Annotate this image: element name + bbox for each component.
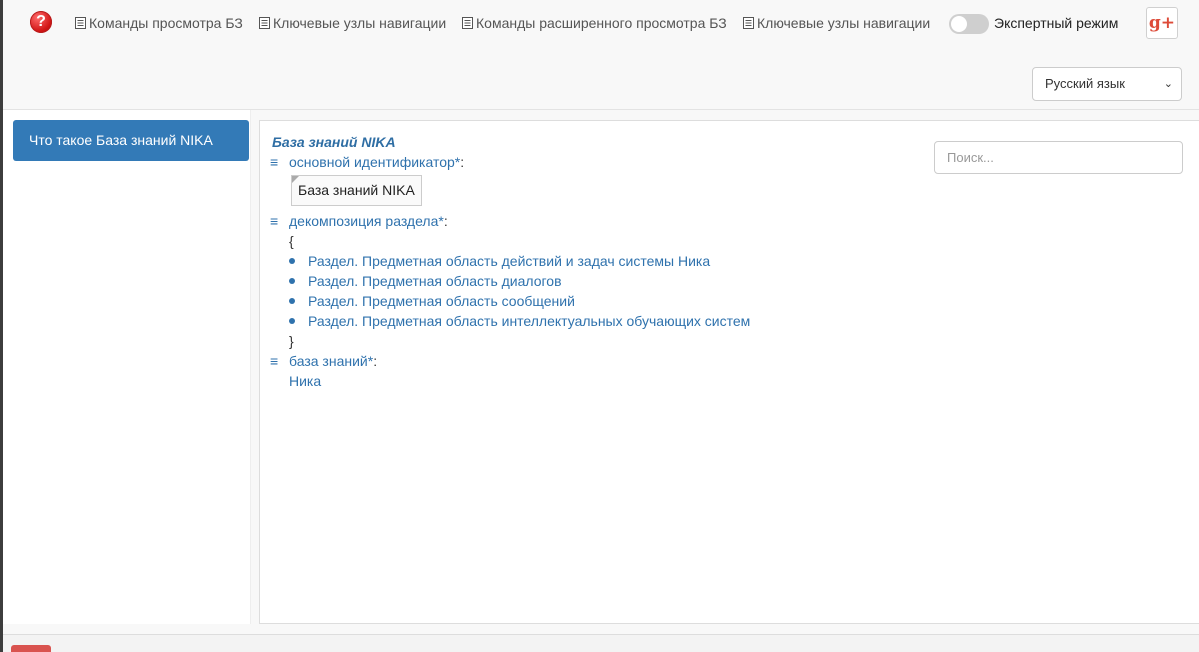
equals-icon: ≡ <box>270 353 279 369</box>
decomposition-item-label: Раздел. Предметная область сообщений <box>308 293 575 309</box>
relation-colon: : <box>443 213 448 229</box>
decomposition-item-label: Раздел. Предметная область диалогов <box>308 273 562 289</box>
decomposition-item[interactable]: Раздел. Предметная область интеллектуаль… <box>289 312 750 330</box>
menu-item-extended-view-commands[interactable]: Команды расширенного просмотра БЗ <box>462 14 727 32</box>
sidebar: Что такое База знаний NIKA <box>3 110 251 624</box>
help-icon[interactable]: ? <box>30 11 52 33</box>
menu-item-key-nodes[interactable]: Ключевые узлы навигации <box>259 14 446 32</box>
sidebar-item-what-is-nika[interactable]: Что такое База знаний NIKA <box>13 120 249 161</box>
top-navbar: ? Команды просмотра БЗ Ключевые узлы нав… <box>3 0 1199 110</box>
decomposition-item[interactable]: Раздел. Предметная область сообщений <box>289 292 575 310</box>
decomposition-item-label: Раздел. Предметная область интеллектуаль… <box>308 313 751 329</box>
relation-label: база знаний <box>289 353 368 369</box>
chevron-down-icon: ⌄ <box>1163 78 1173 90</box>
expert-mode-label: Экспертный режим <box>994 15 1119 31</box>
knowledge-base-value-link[interactable]: Ника <box>289 372 321 390</box>
identifier-value: База знаний NIKA <box>298 182 415 198</box>
relation-label: основной идентификатор <box>289 154 455 170</box>
main-content-panel: База знаний NIKA ≡ основной идентификатор… <box>259 120 1199 624</box>
menu-doc-icon <box>75 17 86 29</box>
menu-doc-icon <box>462 17 473 29</box>
relation-main-identifier[interactable]: ≡ основной идентификатор*: <box>270 153 464 171</box>
decomposition-item[interactable]: Раздел. Предметная область действий и за… <box>289 252 710 270</box>
decomposition-item-label: Раздел. Предметная область действий и за… <box>308 253 711 269</box>
page-title[interactable]: База знаний NIKA <box>272 134 396 150</box>
relation-colon: : <box>460 154 465 170</box>
equals-icon: ≡ <box>270 213 279 229</box>
footer-button[interactable] <box>11 645 51 652</box>
menu-doc-icon <box>259 17 270 29</box>
menu-item-label: Ключевые узлы навигации <box>273 15 447 31</box>
menu-item-view-commands[interactable]: Команды просмотра БЗ <box>75 14 243 32</box>
bullet-icon <box>289 278 295 284</box>
menu-doc-icon <box>743 17 754 29</box>
toggle-knob <box>951 16 967 32</box>
menu-item-label: Команды просмотра БЗ <box>89 15 243 31</box>
search-input[interactable] <box>934 141 1183 174</box>
relation-colon: : <box>373 353 378 369</box>
relation-section-decomposition[interactable]: ≡ декомпозиция раздела*: <box>270 212 448 230</box>
footer-bar <box>3 634 1199 652</box>
language-select-value: Русский язык <box>1045 76 1125 91</box>
menu-item-key-nodes-2[interactable]: Ключевые узлы навигации <box>743 14 930 32</box>
app-root: ? Команды просмотра БЗ Ключевые узлы нав… <box>0 0 1199 652</box>
set-close-brace: } <box>289 333 294 349</box>
sidebar-item-label: Что такое База знаний NIKA <box>29 132 213 148</box>
bullet-icon <box>289 298 295 304</box>
expert-mode-toggle[interactable] <box>949 14 989 34</box>
identifier-value-box[interactable]: База знаний NIKA <box>291 175 422 206</box>
bullet-icon <box>289 318 295 324</box>
equals-icon: ≡ <box>270 154 279 170</box>
corner-marker-icon <box>292 176 299 183</box>
set-open-brace: { <box>289 233 294 249</box>
language-select[interactable]: Русский язык ⌄ <box>1032 67 1182 101</box>
bullet-icon <box>289 258 295 264</box>
google-plus-icon[interactable]: g+ <box>1146 7 1178 39</box>
menu-item-label: Команды расширенного просмотра БЗ <box>476 15 727 31</box>
relation-knowledge-base[interactable]: ≡ база знаний*: <box>270 352 377 370</box>
relation-label: декомпозиция раздела <box>289 213 439 229</box>
menu-item-label: Ключевые узлы навигации <box>757 15 931 31</box>
decomposition-item[interactable]: Раздел. Предметная область диалогов <box>289 272 562 290</box>
